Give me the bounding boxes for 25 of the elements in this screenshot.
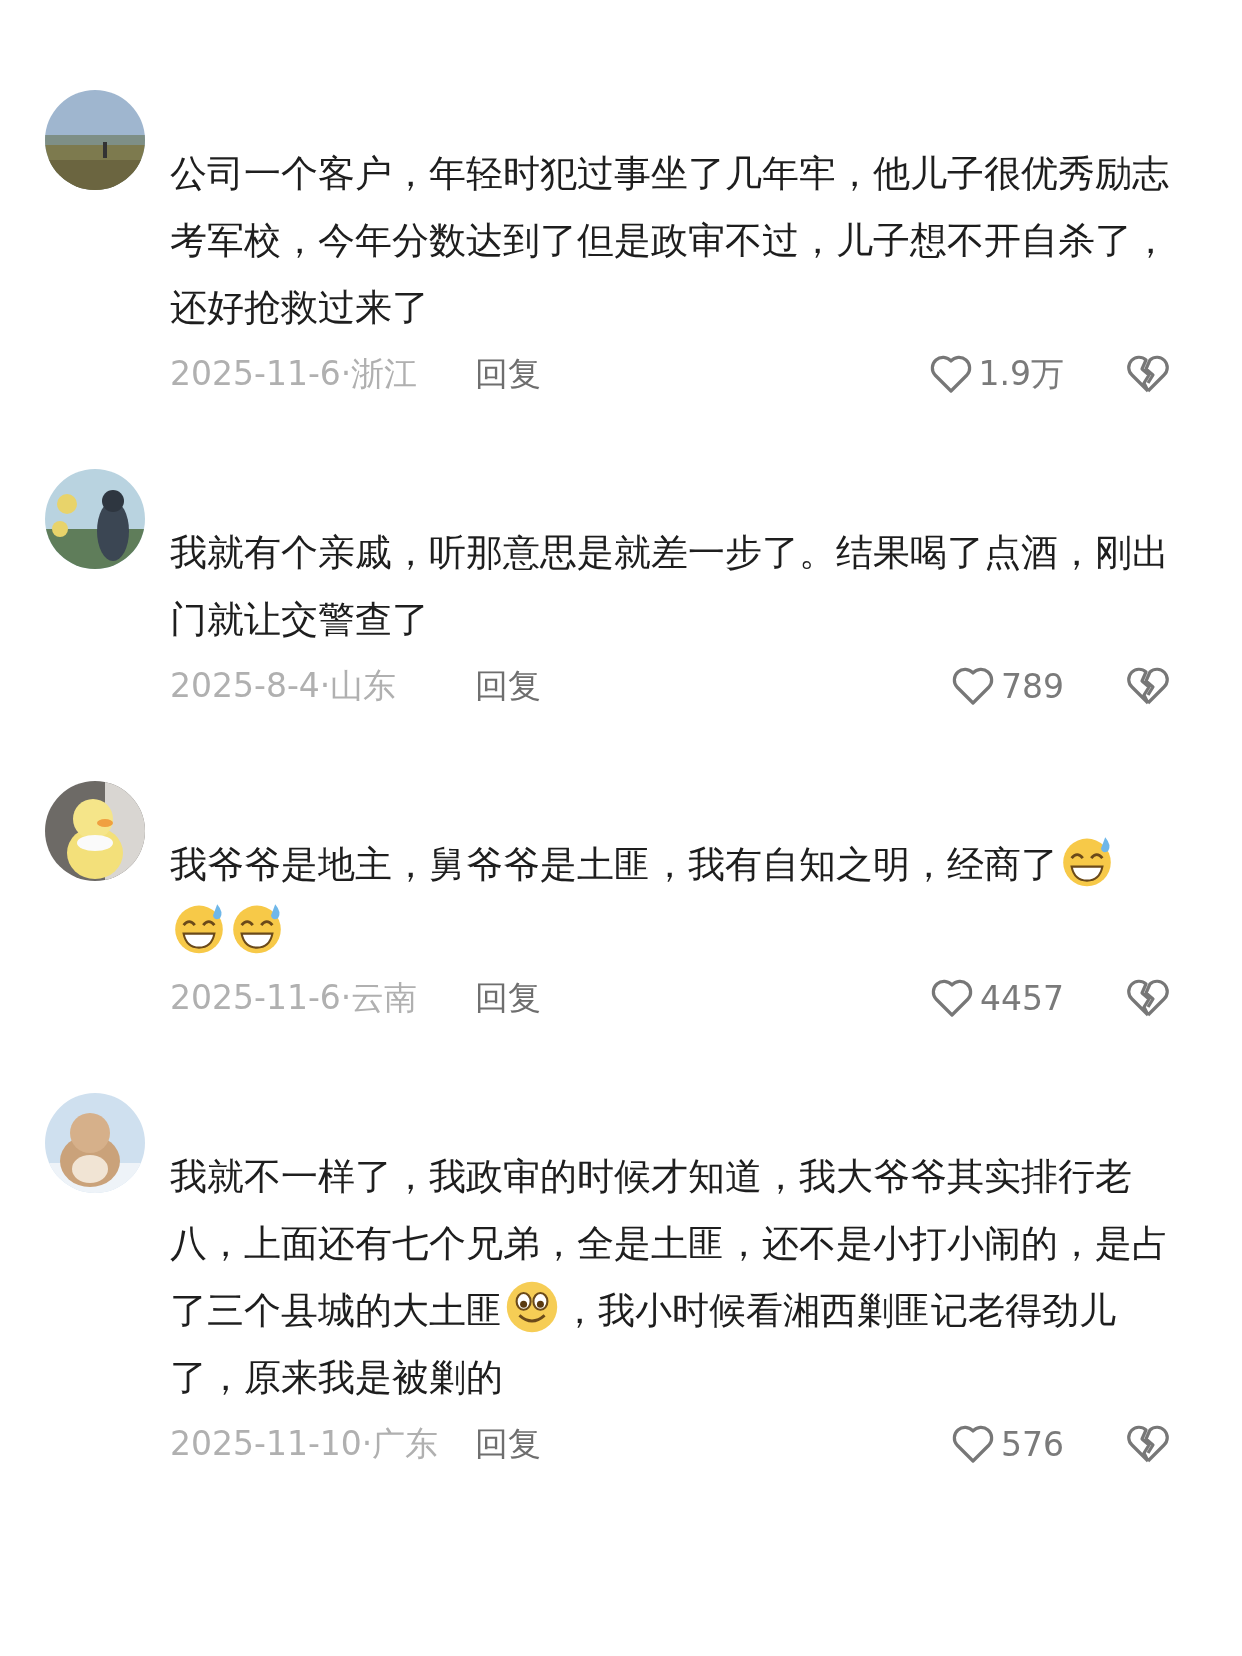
comment-text: 公司一个客户，年轻时犯过事坐了几年牢，他儿子很优秀励志考军校，今年分数达到了但是政审不过，儿子想不开自杀了，还好抢救过来了 xyxy=(170,151,1170,331)
reply-button[interactable]: 回复 xyxy=(475,663,541,709)
reply-button[interactable]: 回复 xyxy=(475,1421,541,1467)
broken-heart-icon[interactable] xyxy=(1126,665,1170,707)
broken-heart-icon[interactable] xyxy=(1126,353,1170,395)
smile-emoji-icon xyxy=(504,1279,560,1335)
comment-date-location: 2025-11-6·云南 xyxy=(170,976,419,1019)
heart-icon[interactable] xyxy=(928,354,973,394)
heart-icon[interactable] xyxy=(951,1424,995,1464)
like-count: 789 xyxy=(1001,666,1064,706)
heart-icon[interactable] xyxy=(951,666,995,706)
reply-button[interactable]: 回复 xyxy=(475,351,541,397)
comment-date-location: 2025-8-4·山东 xyxy=(170,664,398,707)
heart-icon[interactable] xyxy=(930,978,974,1018)
broken-heart-icon[interactable] xyxy=(1126,1423,1170,1465)
comment-date-location: 2025-11-6·浙江 xyxy=(170,352,419,395)
reply-button[interactable]: 回复 xyxy=(475,975,541,1021)
like-count: 576 xyxy=(1001,1424,1064,1464)
comment-text: 我就不一样了，我政审的时候才知道，我大爷爷其实排行老八，上面还有七个兄弟，全是土匪，还不是小打小闹的，是占了三个县城的大土匪 ，我小时候看湘西剿匪记老得劲儿了，原来我是被剿的 xyxy=(170,1154,1170,1401)
like-count: 1.9万 xyxy=(978,352,1064,395)
comment-date-location: 2025-11-10·广东 xyxy=(170,1422,440,1465)
like-count: 4457 xyxy=(980,978,1064,1018)
comment-text: 我就有个亲戚，听那意思是就差一步了。结果喝了点酒，刚出门就让交警查了 xyxy=(170,530,1170,643)
broken-heart-icon[interactable] xyxy=(1126,977,1170,1019)
comment-text: 我爷爷是地主，舅爷爷是土匪，我有自知之明，经商了 xyxy=(170,831,1170,965)
